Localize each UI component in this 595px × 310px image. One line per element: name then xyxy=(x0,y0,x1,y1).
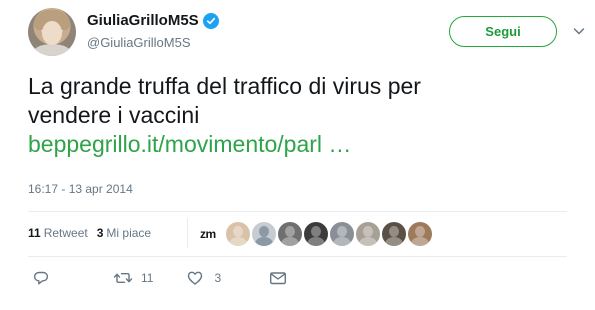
display-name[interactable]: GiuliaGrilloM5S xyxy=(87,12,199,29)
retweet-stat-label: Retweet xyxy=(43,226,88,240)
avatar-body xyxy=(410,237,429,246)
envelope-icon xyxy=(270,272,287,285)
profile-avatar[interactable] xyxy=(28,8,76,56)
avatar-body xyxy=(280,237,299,246)
user-handle[interactable]: @GiuliaGrilloM5S xyxy=(87,35,191,50)
like-button[interactable]: 3 xyxy=(187,270,221,286)
heart-icon xyxy=(188,271,203,285)
avatar-head xyxy=(284,226,295,237)
avatar-head xyxy=(310,226,321,237)
follow-button[interactable]: Segui xyxy=(449,16,557,47)
avatar-body xyxy=(228,237,247,246)
divider xyxy=(28,211,567,212)
tweet-link[interactable]: beppegrillo.it/movimento/parl … xyxy=(28,130,578,159)
tweet-text: La grande truffa del traffico di virus p… xyxy=(28,72,578,159)
tweet-actions: 11 3 xyxy=(28,270,287,286)
retweet-stat[interactable]: 11 Retweet xyxy=(28,226,88,240)
liker-avatar[interactable] xyxy=(303,222,328,246)
liker-avatar[interactable] xyxy=(277,222,302,246)
avatar-head xyxy=(414,226,425,237)
likers-list: zm xyxy=(200,222,434,246)
liker-avatar[interactable] xyxy=(225,222,250,246)
liker-avatar[interactable] xyxy=(407,222,432,246)
liker-avatar[interactable] xyxy=(355,222,380,246)
verified-badge-icon xyxy=(202,12,219,29)
divider xyxy=(28,256,567,257)
checkmark-icon xyxy=(206,17,215,24)
like-stat-label: Mi piace xyxy=(106,226,152,240)
stats-separator xyxy=(187,218,188,248)
reply-button[interactable] xyxy=(33,270,49,286)
tweet-text-line: vendere i vaccini xyxy=(28,102,200,128)
retweet-icon xyxy=(113,273,133,283)
avatar-body xyxy=(384,237,403,246)
avatar-head xyxy=(258,226,269,237)
default-avatar-icon[interactable] xyxy=(251,222,276,246)
avatar-body xyxy=(358,237,377,246)
liker-handle[interactable]: zm xyxy=(200,227,216,241)
engagement-stats: 11 Retweet 3 Mi piace xyxy=(28,226,160,240)
avatar-shoulder xyxy=(32,44,72,56)
avatar-head xyxy=(232,226,243,237)
tweet-timestamp[interactable]: 16:17 - 13 apr 2014 xyxy=(28,182,133,196)
avatar-body xyxy=(332,237,351,246)
avatar-face xyxy=(42,21,62,45)
avatar-head xyxy=(362,226,373,237)
avatar-body xyxy=(306,237,325,246)
tweet-text-line: La grande truffa del traffico di virus p… xyxy=(28,73,421,99)
liker-avatar[interactable] xyxy=(381,222,406,246)
avatar-head xyxy=(336,226,347,237)
retweet-count: 11 xyxy=(141,271,154,285)
retweet-button[interactable]: 11 xyxy=(113,270,153,286)
author-name-row[interactable]: GiuliaGrilloM5S xyxy=(87,12,219,29)
avatar-body xyxy=(254,237,273,246)
chevron-down-icon[interactable] xyxy=(572,24,586,38)
direct-message-button[interactable] xyxy=(269,270,287,286)
retweet-stat-count: 11 xyxy=(28,226,41,240)
avatar-head xyxy=(388,226,399,237)
reply-icon xyxy=(33,271,49,285)
liker-avatar[interactable] xyxy=(329,222,354,246)
like-count: 3 xyxy=(214,271,222,285)
like-stat[interactable]: 3 Mi piace xyxy=(97,226,151,240)
like-stat-count: 3 xyxy=(96,226,104,240)
